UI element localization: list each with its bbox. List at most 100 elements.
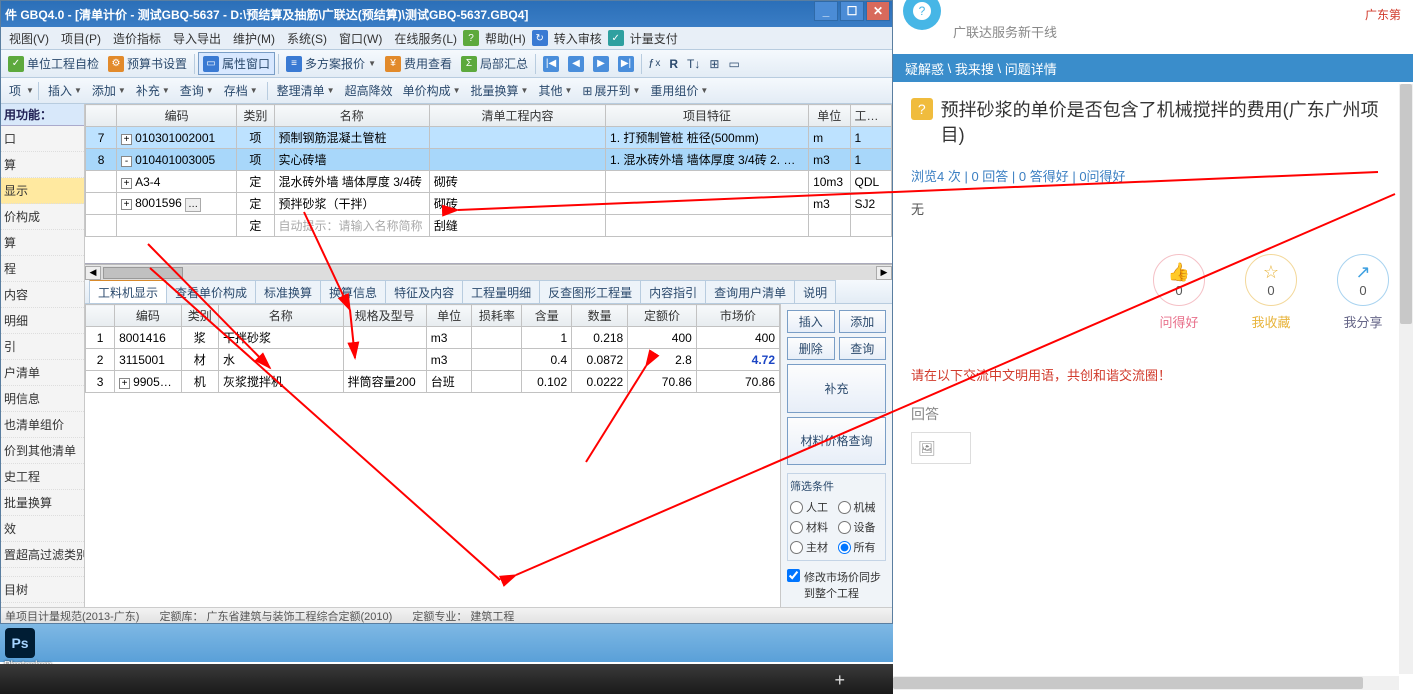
tb2-archive[interactable]: 存档▼ — [219, 80, 263, 101]
table-row[interactable]: 18001416浆干拌砂浆m310.218400400 — [86, 327, 780, 349]
action-我收藏[interactable]: ☆0我收藏 — [1245, 254, 1297, 331]
scroll-thumb[interactable] — [103, 267, 183, 279]
maximize-button[interactable]: ☐ — [840, 1, 864, 21]
tb2-other[interactable]: 其他▼ — [533, 80, 577, 101]
bill-table[interactable]: 编码类别名称清单工程内容项目特征单位工程量 7+010301002001项预制钢… — [85, 104, 892, 237]
table-row[interactable]: 23115001材水m30.40.08722.84.72 — [86, 349, 780, 371]
menu-project[interactable]: 项目(P) — [55, 28, 107, 49]
tree-toggle[interactable]: + — [121, 134, 132, 145]
col-header[interactable]: 类别 — [181, 305, 218, 327]
btn-query[interactable]: 查询 — [839, 337, 887, 360]
col-header[interactable] — [86, 105, 117, 127]
detail-tab[interactable]: 说明 — [794, 280, 836, 304]
function-item[interactable]: 目树 — [1, 577, 84, 603]
filter-radio[interactable]: 设备 — [838, 518, 884, 536]
menu-view[interactable]: 视图(V) — [3, 28, 55, 49]
sync-checkbox[interactable]: 修改市场价同步到整个工程 — [787, 569, 886, 601]
function-item[interactable]: 也清单组价 — [1, 412, 84, 438]
crumb-2[interactable]: 我来搜 — [955, 59, 994, 78]
function-item[interactable]: 价构成 — [1, 204, 84, 230]
tree-toggle[interactable]: + — [121, 178, 132, 189]
nav-next[interactable]: ▶ — [589, 54, 613, 74]
tb2-reuse[interactable]: 重用组价▼ — [645, 80, 713, 101]
crumb-1[interactable]: 疑解惑 — [905, 59, 944, 78]
menu-help[interactable]: 帮助(H) — [479, 28, 532, 49]
region-link[interactable]: 广东第 — [1365, 6, 1401, 23]
photoshop-icon[interactable]: Ps — [5, 628, 35, 658]
btn-supplement[interactable]: 补充 — [787, 364, 886, 413]
tb-grid[interactable]: ⊞ — [705, 55, 723, 73]
col-header[interactable]: 名称 — [218, 305, 343, 327]
detail-tab[interactable]: 工料机显示 — [89, 280, 167, 304]
btn-add[interactable]: 添加 — [839, 310, 887, 333]
function-item[interactable]: 价到其他清单 — [1, 438, 84, 464]
detail-tab[interactable]: 内容指引 — [640, 280, 706, 304]
function-item[interactable]: 算 — [1, 230, 84, 256]
col-header[interactable]: 单位 — [809, 105, 850, 127]
hscroll-thumb[interactable] — [893, 677, 1363, 689]
menu-price-index[interactable]: 造价指标 — [107, 28, 167, 49]
function-item[interactable]: 批量换算 — [1, 490, 84, 516]
col-header[interactable]: 项目特征 — [606, 105, 809, 127]
menu-maintain[interactable]: 维护(M) — [227, 28, 281, 49]
col-header[interactable]: 编码 — [117, 105, 237, 127]
detail-tab[interactable]: 换算信息 — [320, 280, 386, 304]
tb-property-window[interactable]: ▭属性窗口 — [198, 52, 275, 75]
function-item[interactable]: 置超高过滤类别 — [1, 542, 84, 568]
detail-tab[interactable]: 标准换算 — [255, 280, 321, 304]
tb2-batch[interactable]: 批量换算▼ — [466, 80, 534, 101]
scroll-right-button[interactable]: ▶ — [876, 266, 892, 280]
col-header[interactable]: 损耗率 — [472, 305, 522, 327]
nav-first[interactable]: |◀ — [539, 54, 563, 74]
filter-radio[interactable]: 机械 — [838, 498, 884, 516]
tb2-expand[interactable]: ⊞ 展开到▼ — [577, 80, 645, 101]
function-item[interactable]: 户清单 — [1, 360, 84, 386]
col-header[interactable]: 清单工程内容 — [429, 105, 605, 127]
function-item[interactable]: 史工程 — [1, 464, 84, 490]
close-button[interactable]: ✕ — [866, 1, 890, 21]
table-row[interactable]: 定自动提示：请输入名称简称刮缝 — [86, 215, 892, 237]
tb-fee-view[interactable]: ¥费用查看 — [381, 53, 456, 74]
function-item[interactable]: 算 — [1, 152, 84, 178]
menu-measure-pay[interactable]: 计量支付 — [624, 28, 684, 49]
menu-import-export[interactable]: 导入导出 — [167, 28, 227, 49]
table-row[interactable]: 7+010301002001项预制钢筋混凝土管桩1. 打预制管桩 桩径(500m… — [86, 127, 892, 149]
tb2-insert[interactable]: 插入▼ — [43, 80, 87, 101]
function-item[interactable]: 内容 — [1, 282, 84, 308]
function-item[interactable]: 明信息 — [1, 386, 84, 412]
tb2-left[interactable]: 项 — [4, 80, 26, 101]
web-vscroll[interactable] — [1399, 84, 1413, 674]
col-header[interactable]: 市场价 — [696, 305, 779, 327]
nav-prev[interactable]: ◀ — [564, 54, 588, 74]
taskbar-plus-icon[interactable]: + — [834, 670, 845, 691]
tb-bold[interactable]: R — [665, 55, 682, 73]
action-问得好[interactable]: 👍0问得好 — [1153, 254, 1205, 331]
filter-radio[interactable]: 所有 — [838, 538, 884, 556]
function-item[interactable] — [1, 568, 84, 577]
system-taskbar[interactable]: + — [0, 664, 893, 694]
upper-hscroll[interactable]: ◀ ▶ — [85, 264, 892, 280]
detail-tab[interactable]: 查看单价构成 — [166, 280, 256, 304]
btn-delete[interactable]: 删除 — [787, 337, 835, 360]
tb2-height[interactable]: 超高降效 — [340, 80, 398, 101]
tb2-unitprice[interactable]: 单价构成▼ — [398, 80, 466, 101]
upper-grid[interactable]: 编码类别名称清单工程内容项目特征单位工程量 7+010301002001项预制钢… — [85, 104, 892, 264]
detail-tab[interactable]: 工程量明细 — [462, 280, 540, 304]
function-item[interactable]: 口 — [1, 126, 84, 152]
minimize-button[interactable]: _ — [814, 1, 838, 21]
filter-radio[interactable]: 人工 — [790, 498, 836, 516]
tree-toggle[interactable]: + — [119, 378, 130, 389]
tb-misc[interactable]: fx — [645, 55, 664, 73]
image-upload-icon[interactable]: 🖼 — [916, 437, 938, 459]
menu-system[interactable]: 系统(S) — [281, 28, 333, 49]
lower-grid[interactable]: 编码类别名称规格及型号单位损耗率含量数量定额价市场价 18001416浆干拌砂浆… — [85, 304, 780, 607]
table-row[interactable]: +8001596 …定预拌砂浆（干拌）砌砖m3SJ2 — [86, 193, 892, 215]
tb-budget-setting[interactable]: ⚙预算书设置 — [104, 53, 191, 74]
col-header[interactable]: 名称 — [274, 105, 429, 127]
web-hscroll[interactable] — [893, 676, 1399, 690]
tb2-supp[interactable]: 补充▼ — [131, 80, 175, 101]
table-row[interactable]: +A3-4定混水砖外墙 墙体厚度 3/4砖砌砖10m3QDL — [86, 171, 892, 193]
tree-toggle[interactable]: - — [121, 156, 132, 167]
btn-price-query[interactable]: 材料价格查询 — [787, 417, 886, 466]
nav-last[interactable]: ▶| — [614, 54, 638, 74]
